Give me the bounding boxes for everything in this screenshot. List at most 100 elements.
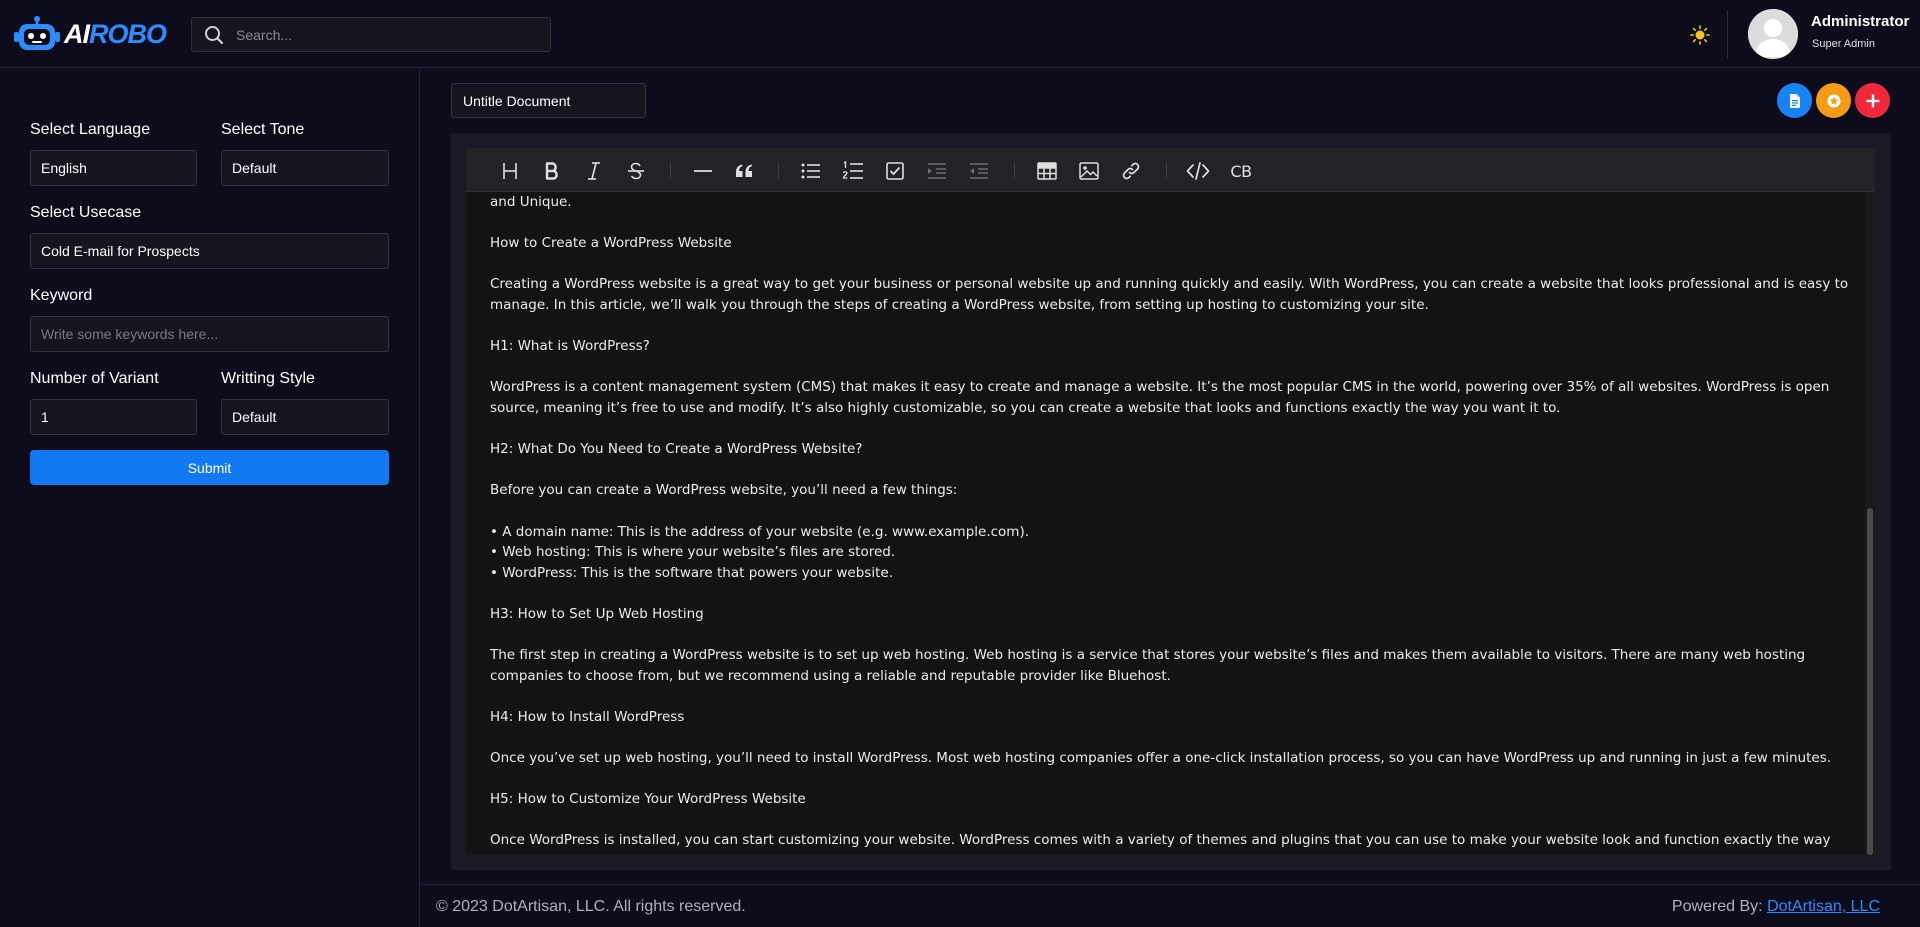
toolbar-separator	[778, 162, 779, 179]
editor-paragraph: Before you can create a WordPress websit…	[490, 482, 958, 499]
language-label: Select Language	[30, 121, 151, 138]
editor-paragraph: • Web hosting: This is where your websit…	[490, 544, 896, 561]
link-icon	[1122, 162, 1140, 180]
theme-toggle[interactable]	[1688, 23, 1712, 47]
save-document-button[interactable]	[1777, 83, 1812, 118]
code-icon	[1186, 162, 1210, 180]
usecase-label: Select Usecase	[30, 204, 142, 221]
task-list-button[interactable]	[882, 158, 908, 184]
editor-paragraph: The first step in creating a WordPress w…	[490, 647, 1806, 684]
variant-value: 1	[41, 409, 49, 425]
editor-paragraph: Creating a WordPress website is a great …	[490, 276, 1849, 313]
powered-by-link[interactable]: DotArtisan, LLC	[1767, 898, 1880, 915]
editor-blank-line	[490, 686, 1850, 707]
editor-text[interactable]: and Unique. How to Create a WordPress We…	[490, 192, 1850, 855]
search-input[interactable]	[236, 26, 536, 43]
editor-blank-line	[490, 460, 1850, 481]
editor-blank-line	[490, 357, 1850, 378]
task-list-icon	[886, 162, 904, 180]
keyword-label: Keyword	[30, 287, 93, 304]
italic-icon	[588, 162, 600, 180]
style-value: Default	[232, 409, 277, 425]
footer-divider	[421, 884, 1920, 885]
variant-field[interactable]: 1	[30, 399, 197, 435]
search-icon[interactable]	[192, 17, 236, 52]
strikethrough-icon	[628, 162, 644, 180]
editor-blank-line	[490, 419, 1850, 440]
code-block-button[interactable]: CB	[1226, 158, 1256, 184]
tone-label: Select Tone	[221, 121, 305, 138]
quote-icon	[736, 164, 753, 177]
heading-icon	[503, 163, 517, 179]
submit-button[interactable]: Submit	[30, 450, 389, 485]
editor-paragraph: H3: How to Set Up Web Hosting	[490, 605, 704, 622]
style-select[interactable]: Default	[221, 399, 389, 435]
variant-label: Number of Variant	[30, 370, 159, 387]
copyright-text: © 2023 DotArtisan, LLC. All rights reser…	[436, 898, 746, 915]
ordered-list-icon	[842, 161, 863, 179]
header-divider	[1727, 10, 1728, 58]
tone-select[interactable]: Default	[221, 150, 389, 186]
top-header: AIROBO Administrator Super Admin	[0, 0, 1920, 68]
user-name[interactable]: Administrator	[1811, 13, 1909, 30]
indent-button[interactable]	[924, 158, 950, 184]
document-title-field	[451, 83, 646, 118]
link-button[interactable]	[1118, 158, 1144, 184]
search-bar	[191, 17, 551, 52]
editor-blank-line	[490, 213, 1850, 234]
document-title-input[interactable]	[463, 92, 645, 109]
code-block-icon: CB	[1230, 161, 1252, 181]
editor-paragraph: H4: How to Install WordPress	[490, 708, 685, 725]
editor-blank-line	[490, 501, 1850, 522]
editor-paragraph: How to Create a WordPress Website	[490, 235, 732, 252]
heading-button[interactable]	[497, 158, 523, 184]
toolbar-separator	[1166, 162, 1167, 179]
editor-paragraph: Once WordPress is installed, you can sta…	[490, 832, 1831, 855]
favorite-button[interactable]	[1816, 83, 1851, 118]
usecase-select[interactable]: Cold E-mail for Prospects	[30, 233, 389, 269]
table-icon	[1037, 162, 1057, 180]
editor-blank-line	[490, 769, 1850, 790]
editor-paragraph: • A domain name: This is the address of …	[490, 523, 1030, 540]
editor-paragraph: H2: What Do You Need to Create a WordPre…	[490, 441, 863, 458]
editor-scrollbar-thumb[interactable]	[1867, 508, 1873, 855]
editor-toolbar: CB	[466, 148, 1875, 192]
table-button[interactable]	[1034, 158, 1060, 184]
bullet-list-button[interactable]	[798, 158, 824, 184]
logo-text-ai: AI	[64, 18, 90, 49]
avatar-icon	[1748, 9, 1798, 59]
code-button[interactable]	[1185, 158, 1211, 184]
bold-icon	[545, 162, 558, 180]
editor-paragraph: and Unique.	[490, 194, 572, 210]
user-role: Super Admin	[1812, 38, 1875, 50]
editor-blank-line	[490, 727, 1850, 748]
style-label: Writting Style	[221, 370, 315, 387]
editor-blank-line	[490, 810, 1850, 831]
horizontal-rule-button[interactable]	[690, 158, 716, 184]
editor-content[interactable]: and Unique. How to Create a WordPress We…	[466, 192, 1875, 855]
italic-button[interactable]	[581, 158, 607, 184]
ordered-list-button[interactable]	[840, 158, 866, 184]
keyword-field	[30, 316, 389, 352]
strikethrough-button[interactable]	[623, 158, 649, 184]
toolbar-separator	[1014, 162, 1015, 179]
editor-blank-line	[490, 624, 1850, 645]
horizontal-rule-icon	[694, 170, 712, 172]
outdent-button[interactable]	[966, 158, 992, 184]
keyword-input[interactable]	[41, 326, 388, 342]
quote-button[interactable]	[731, 158, 757, 184]
bold-button[interactable]	[539, 158, 565, 184]
editor-paragraph: Once you’ve set up web hosting, you’ll n…	[490, 750, 1832, 767]
language-select[interactable]: English	[30, 150, 197, 186]
avatar[interactable]	[1748, 9, 1798, 59]
image-icon	[1079, 162, 1099, 180]
new-document-button[interactable]	[1855, 83, 1890, 118]
editor-paragraph: WordPress is a content management system…	[490, 379, 1830, 416]
language-value: English	[41, 160, 87, 176]
app-logo[interactable]: AIROBO	[14, 14, 167, 54]
star-icon	[1827, 94, 1840, 107]
image-button[interactable]	[1076, 158, 1102, 184]
editor-paragraph: • WordPress: This is the software that p…	[490, 564, 893, 581]
document-icon	[1789, 93, 1800, 108]
sun-icon	[1690, 25, 1710, 45]
